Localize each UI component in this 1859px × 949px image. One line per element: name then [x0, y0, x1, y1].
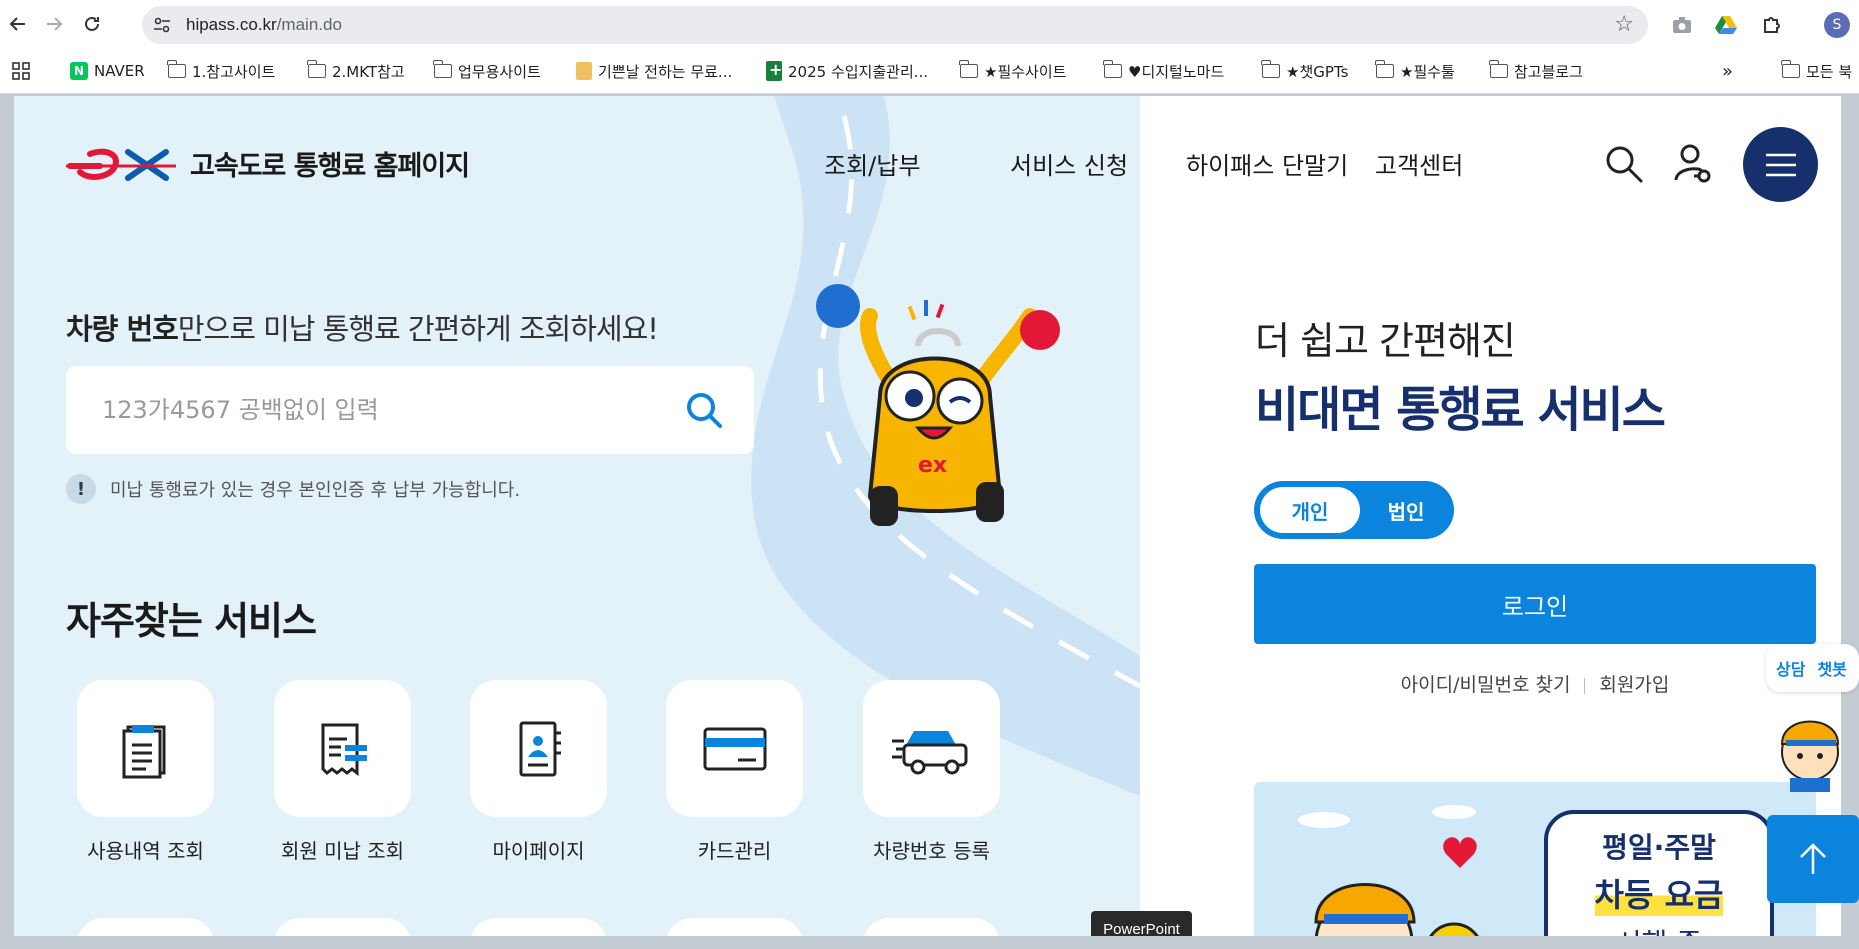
- page-scroll-edge: [1841, 96, 1859, 936]
- site-info-icon[interactable]: [152, 15, 172, 35]
- login-subheading: 더 쉽고 간편해진: [1255, 319, 1516, 363]
- svg-text:ex: ex: [918, 453, 947, 478]
- banner-speech-bubble: 평일·주말 차등 요금 시행 중: [1544, 810, 1774, 936]
- service-tile-partial[interactable]: [77, 918, 214, 936]
- doc-icon: [576, 62, 592, 80]
- drive-extension-icon[interactable]: [1713, 12, 1739, 38]
- bookmark-folder[interactable]: 1.참고사이트: [167, 60, 275, 82]
- account-links: 아이디/비밀번호 찾기 회원가입: [1254, 670, 1816, 697]
- promo-banner[interactable]: 평일·주말 차등 요금 시행 중: [1254, 782, 1816, 936]
- user-key-icon[interactable]: [1672, 142, 1714, 184]
- credit-card-icon: [703, 727, 766, 770]
- folder-icon: [167, 60, 186, 78]
- folder-icon: [1103, 60, 1122, 78]
- service-card-management[interactable]: 카드관리: [666, 680, 803, 864]
- bookmark-folder[interactable]: 업무용사이트: [433, 60, 541, 82]
- service-tile-partial[interactable]: [470, 918, 607, 936]
- service-member-unpaid[interactable]: 회원 미납 조회: [274, 680, 411, 864]
- site-logo[interactable]: 고속도로 통행료 홈페이지: [66, 144, 470, 183]
- folder-icon: [959, 60, 978, 78]
- service-vehicle-register[interactable]: 차량번호 등록: [863, 680, 1000, 864]
- service-tile-partial[interactable]: [666, 918, 803, 936]
- profile-avatar[interactable]: S: [1824, 12, 1850, 38]
- search-icon[interactable]: [1604, 144, 1644, 184]
- service-mypage[interactable]: 마이페이지: [470, 680, 607, 864]
- nav-inquiry-payment[interactable]: 조회/납부: [824, 146, 920, 181]
- apps-grid-icon[interactable]: [12, 60, 30, 82]
- service-tile-partial[interactable]: [863, 918, 1000, 936]
- forward-arrow-icon[interactable]: [40, 10, 68, 38]
- car-icon: [891, 730, 967, 774]
- bookmarks-overflow-button[interactable]: »: [1722, 60, 1733, 82]
- toggle-corporate[interactable]: 법인: [1364, 487, 1448, 533]
- login-section: 하이패스 단말기 고객센터 더 쉽고 간편해진 비대면 통행료 서비스 개인 법…: [1140, 96, 1841, 936]
- bookmark-sheets[interactable]: 2025 수입지출관리...: [766, 60, 928, 82]
- search-section: 고속도로 통행료 홈페이지 조회/납부 서비스 신청 차량 번호만으로 미납 통…: [14, 96, 1140, 936]
- bookmark-star-icon[interactable]: ☆: [1614, 12, 1634, 37]
- frequent-services-title: 자주찾는 서비스: [66, 599, 317, 643]
- receipt-icon: [321, 723, 367, 776]
- camera-icon[interactable]: [1669, 12, 1695, 38]
- back-arrow-icon[interactable]: [4, 10, 32, 38]
- bookmark-folder[interactable]: ★챗GPTs: [1261, 60, 1348, 82]
- bookmark-doc[interactable]: 기쁜날 전하는 무료...: [576, 60, 732, 82]
- service-usage-history[interactable]: 사용내역 조회: [77, 680, 214, 864]
- folder-icon: [1375, 60, 1394, 78]
- bookmark-folder[interactable]: ★필수사이트: [959, 60, 1066, 82]
- bookmark-folder[interactable]: ♥디지털노마드: [1103, 60, 1224, 82]
- naver-icon: N: [70, 62, 88, 80]
- login-button[interactable]: 로그인: [1254, 564, 1816, 644]
- browser-toolbar: hipass.co.kr/main.do ☆ S: [0, 0, 1859, 48]
- unpaid-notice: ! 미납 통행료가 있는 경우 본인인증 후 납부 가능합니다.: [66, 474, 520, 504]
- clipboard-list-icon: [122, 724, 165, 778]
- chatbot-mascot-icon: [1780, 720, 1840, 792]
- mascot-car-illustration: ex: [816, 284, 1060, 526]
- search-heading: 차량 번호만으로 미납 통행료 간편하게 조회하세요!: [66, 312, 659, 346]
- bookmark-naver[interactable]: N NAVER: [70, 60, 145, 82]
- chatbot-widget[interactable]: 상담 챗봇: [1766, 644, 1859, 794]
- nav-customer-center[interactable]: 고객센터: [1375, 146, 1463, 181]
- vehicle-number-input[interactable]: [102, 390, 662, 430]
- find-id-password-link[interactable]: 아이디/비밀번호 찾기: [1401, 674, 1571, 696]
- folder-icon: [307, 60, 326, 78]
- folder-icon: [1489, 60, 1508, 78]
- reload-icon[interactable]: [78, 10, 106, 38]
- bookmark-folder[interactable]: 참고블로그: [1489, 60, 1583, 82]
- banner-mascots-illustration: [1298, 805, 1479, 936]
- menu-button[interactable]: [1743, 127, 1818, 202]
- login-heading: 비대면 통행료 서비스: [1255, 382, 1666, 438]
- bookmarks-bar: N NAVER 1.참고사이트 2.MKT참고 업무용사이트 기쁜날 전하는 무료…: [0, 48, 1859, 94]
- ex-logo-icon: [66, 148, 176, 181]
- arrow-up-icon: [1800, 843, 1826, 874]
- url-text: hipass.co.kr/main.do: [186, 15, 342, 34]
- folder-icon: [433, 60, 452, 78]
- sheets-icon: [766, 60, 782, 81]
- nav-hipass-terminal[interactable]: 하이패스 단말기: [1186, 146, 1348, 181]
- hamburger-menu-icon: [1765, 153, 1796, 176]
- info-exclamation-icon: !: [66, 474, 96, 504]
- scroll-to-top-button[interactable]: [1767, 815, 1859, 903]
- vehicle-search-box: [66, 366, 754, 454]
- signup-link[interactable]: 회원가입: [1599, 674, 1669, 696]
- folder-icon: [1261, 60, 1280, 78]
- divider: [1584, 677, 1586, 694]
- folder-icon: [1781, 60, 1800, 78]
- service-tile-partial[interactable]: [274, 918, 411, 936]
- nav-service-apply[interactable]: 서비스 신청: [1010, 146, 1128, 181]
- bookmark-folder[interactable]: 2.MKT참고: [307, 60, 405, 82]
- member-type-toggle: 개인 법인: [1254, 481, 1454, 539]
- webpage: 고속도로 통행료 홈페이지 조회/납부 서비스 신청 차량 번호만으로 미납 통…: [14, 96, 1841, 936]
- extensions-puzzle-icon[interactable]: [1759, 12, 1785, 38]
- bookmark-folder[interactable]: ★필수툴: [1375, 60, 1455, 82]
- bookmark-all[interactable]: 모든 북: [1781, 60, 1852, 82]
- bottom-frame: [0, 936, 1859, 949]
- address-bar[interactable]: hipass.co.kr/main.do ☆: [142, 6, 1648, 44]
- search-icon[interactable]: [684, 390, 724, 430]
- toggle-personal[interactable]: 개인: [1260, 487, 1360, 533]
- contact-book-icon: [519, 721, 561, 776]
